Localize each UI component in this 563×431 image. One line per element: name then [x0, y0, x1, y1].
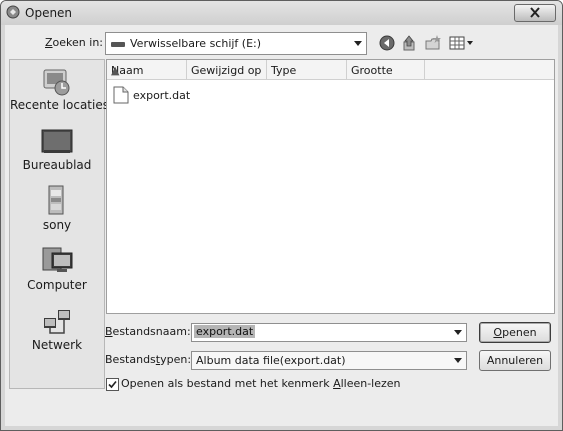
new-folder-icon[interactable] [424, 34, 442, 52]
window-title: Openen [25, 6, 73, 20]
desktop-icon [41, 129, 73, 153]
chevron-down-icon[interactable] [354, 41, 362, 46]
readonly-checkbox[interactable] [106, 378, 119, 391]
place-network[interactable]: Netwerk [10, 304, 104, 364]
computer-icon [42, 247, 73, 272]
sort-ascending-icon: ▲ [111, 64, 120, 77]
column-header-size[interactable]: Grootte [347, 60, 425, 80]
view-menu-icon[interactable] [448, 34, 474, 52]
close-button[interactable] [514, 4, 556, 22]
cancel-button[interactable]: Annuleren [479, 350, 551, 371]
dialog-body: Zoeken in: Verwisselbare schijf (E:) Rec… [5, 25, 558, 426]
up-folder-icon[interactable] [401, 34, 419, 52]
column-header-modified[interactable]: Gewijzigd op [187, 60, 267, 80]
title-bar[interactable]: Openen [1, 1, 562, 25]
chevron-down-icon[interactable] [454, 358, 462, 363]
file-icon [113, 86, 129, 104]
filename-value: export.dat [194, 325, 256, 338]
network-icon [44, 310, 70, 334]
filetype-value: Album data file(export.dat) [196, 354, 346, 367]
user-folder-icon [48, 185, 64, 215]
file-item[interactable]: export.dat [111, 86, 231, 106]
chevron-down-icon[interactable] [454, 330, 462, 335]
places-bar: Recente locaties Bureaublad sony Compute… [9, 59, 109, 389]
close-icon [530, 7, 540, 18]
filetype-label: Bestandstypen: [105, 353, 192, 366]
app-icon [6, 5, 20, 19]
place-computer[interactable]: Computer [10, 244, 104, 304]
filename-input[interactable]: export.dat [191, 323, 467, 342]
filename-label: Bestandsnaam: [105, 325, 191, 338]
back-icon[interactable] [378, 34, 396, 52]
lookin-value: Verwisselbare schijf (E:) [130, 37, 262, 50]
filetype-dropdown[interactable]: Album data file(export.dat) [191, 351, 467, 370]
open-dialog: Openen Zoeken in: Verwisselbare schijf (… [0, 0, 563, 431]
readonly-label[interactable]: Openen als bestand met het kenmerk Allee… [121, 377, 401, 390]
column-header-filler [425, 60, 554, 80]
lookin-label: Zoeken in: [45, 36, 103, 49]
open-button[interactable]: Openen [479, 322, 551, 343]
lookin-dropdown[interactable]: Verwisselbare schijf (E:) [105, 32, 367, 55]
recent-locations-icon [43, 69, 70, 96]
column-header-type[interactable]: Type [267, 60, 347, 80]
checkmark-icon [108, 380, 117, 389]
place-desktop[interactable]: Bureaublad [10, 124, 104, 184]
place-recent-locations[interactable]: Recente locaties [10, 64, 109, 124]
column-header-name[interactable]: Naam ▲ [107, 60, 187, 80]
removable-drive-icon [111, 42, 125, 47]
place-user-folder[interactable]: sony [10, 184, 104, 244]
file-list[interactable]: Naam ▲ Gewijzigd op Type Grootte export.… [106, 59, 555, 314]
